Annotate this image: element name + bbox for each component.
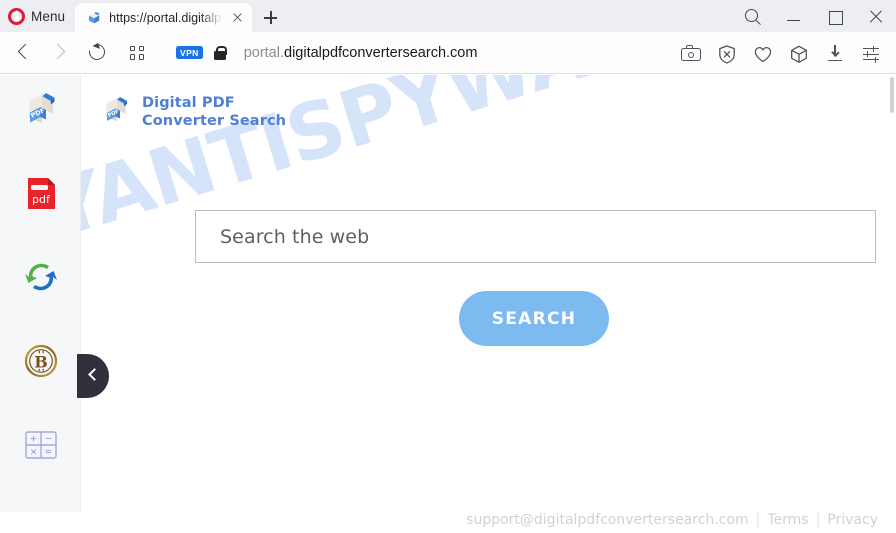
search-button[interactable]: SEARCH bbox=[459, 291, 609, 346]
support-email-link[interactable]: support@digitalpdfconvertersearch.com bbox=[466, 512, 748, 528]
vpn-badge[interactable]: VPN bbox=[176, 46, 203, 59]
svg-text:×: × bbox=[29, 447, 37, 457]
reload-button[interactable] bbox=[80, 36, 114, 70]
downloads-button[interactable] bbox=[817, 36, 853, 70]
brand-line-1: Digital PDF bbox=[142, 95, 235, 112]
back-arrow-icon bbox=[17, 43, 34, 59]
svg-text:+: + bbox=[29, 434, 37, 444]
grid-icon bbox=[130, 45, 144, 60]
speed-dial-button[interactable] bbox=[120, 36, 154, 70]
snapshot-button[interactable] bbox=[673, 36, 709, 70]
sidebar-item-pdf-file[interactable]: pdf bbox=[0, 167, 81, 223]
site-logo[interactable]: PDF Digital PDF Converter Search bbox=[99, 93, 286, 132]
page-scrollbar[interactable] bbox=[887, 75, 896, 533]
svg-text:B: B bbox=[34, 352, 48, 371]
player-button[interactable] bbox=[781, 36, 817, 70]
window-search-button[interactable] bbox=[732, 0, 773, 32]
brand-title: Digital PDF Converter Search bbox=[142, 95, 286, 129]
calculator-icon: + − × = bbox=[23, 427, 59, 468]
easy-setup-button[interactable] bbox=[853, 36, 889, 70]
favorites-button[interactable] bbox=[745, 36, 781, 70]
search-placeholder: Search the web bbox=[220, 225, 370, 248]
pdf-document-3d-icon: PDF bbox=[20, 88, 62, 135]
svg-text:−: − bbox=[44, 434, 52, 444]
tab-close-icon[interactable] bbox=[228, 9, 246, 27]
window-controls bbox=[732, 0, 896, 32]
url-subdomain: portal. bbox=[243, 44, 284, 61]
heart-icon bbox=[754, 46, 772, 63]
sidebar-item-calculator[interactable]: + − × = bbox=[0, 419, 81, 475]
back-button[interactable] bbox=[8, 36, 42, 70]
site-main: PDF Digital PDF Converter Search Search … bbox=[81, 75, 896, 533]
site-sidebar: PDF pdf B + − × = bbox=[0, 75, 81, 512]
tab-favicon-pdf-icon bbox=[86, 10, 102, 26]
convert-arrows-icon bbox=[19, 255, 63, 304]
tab-strip: Menu https://portal.digitalp bbox=[0, 0, 896, 32]
site-footer: support@digitalpdfconvertersearch.com | … bbox=[466, 512, 878, 528]
search-input[interactable]: Search the web bbox=[195, 210, 876, 263]
sidebar-item-bitcoin[interactable]: B bbox=[0, 335, 81, 391]
ad-blocker-button[interactable] bbox=[709, 36, 745, 70]
close-window-button[interactable] bbox=[855, 0, 896, 32]
browser-window: Menu https://portal.digitalp VPN portal.… bbox=[0, 0, 896, 533]
opera-menu-button[interactable]: Menu bbox=[0, 0, 75, 32]
terms-link[interactable]: Terms bbox=[767, 512, 808, 528]
tab-title: https://portal.digitalp bbox=[109, 10, 222, 25]
toolbar-actions bbox=[673, 36, 896, 70]
new-tab-button[interactable] bbox=[255, 3, 285, 32]
web-page-content: MYANTISPYWARE.COM PDF pdf B + − × = PDF … bbox=[0, 75, 896, 533]
shield-x-icon bbox=[718, 44, 736, 64]
opera-menu-label: Menu bbox=[31, 8, 66, 24]
brand-pdf-3d-icon: PDF bbox=[99, 93, 133, 132]
reload-icon bbox=[85, 40, 109, 63]
chevron-left-icon bbox=[88, 368, 101, 381]
brand-line-2: Converter Search bbox=[142, 112, 287, 129]
forward-arrow-icon bbox=[49, 43, 66, 59]
minimize-button[interactable] bbox=[773, 0, 814, 32]
svg-text:pdf: pdf bbox=[32, 193, 51, 206]
privacy-link[interactable]: Privacy bbox=[827, 512, 878, 528]
navigation-toolbar: VPN portal.digitalpdfconvertersearch.com bbox=[0, 32, 896, 74]
maximize-button[interactable] bbox=[814, 0, 855, 32]
footer-separator-1: | bbox=[755, 512, 761, 528]
sidebar-item-pdf-converter[interactable]: PDF bbox=[0, 83, 81, 139]
footer-separator-2: | bbox=[815, 512, 821, 528]
address-bar-url[interactable]: portal.digitalpdfconvertersearch.com bbox=[244, 45, 478, 61]
sidebar-item-file-convert[interactable] bbox=[0, 251, 81, 307]
url-domain: digitalpdfconvertersearch.com bbox=[284, 44, 478, 61]
cube-icon bbox=[790, 45, 808, 64]
pdf-file-red-icon: pdf bbox=[21, 172, 61, 219]
svg-text:=: = bbox=[44, 447, 52, 457]
lock-icon[interactable] bbox=[213, 45, 228, 60]
opera-logo-icon bbox=[8, 7, 25, 25]
bitcoin-icon: B bbox=[20, 340, 62, 387]
scrollbar-thumb[interactable] bbox=[890, 77, 894, 113]
browser-tab[interactable]: https://portal.digitalp bbox=[75, 3, 253, 32]
forward-button[interactable] bbox=[42, 36, 76, 70]
